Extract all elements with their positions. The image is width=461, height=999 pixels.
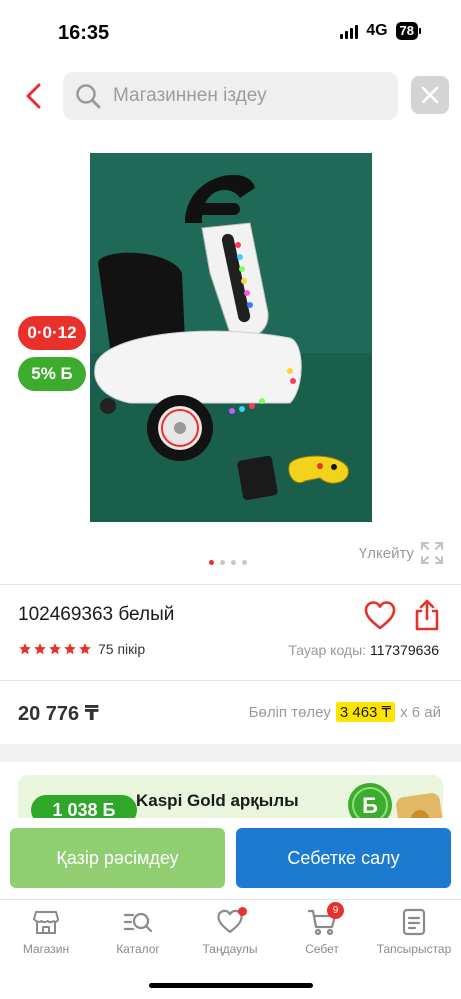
- tab-label: Тапсырыстар: [376, 942, 452, 956]
- tab-label: Себет: [305, 942, 339, 956]
- bonus-badge: 5% Б: [18, 357, 86, 391]
- search-input[interactable]: [113, 72, 383, 120]
- star-icon: [64, 643, 76, 655]
- gallery-dot[interactable]: [231, 560, 236, 565]
- signal-icon: [340, 23, 359, 39]
- rating-stars: [18, 642, 92, 656]
- svg-text:Б: Б: [362, 793, 378, 818]
- share-icon: [415, 599, 439, 631]
- status-indicators: 4G 78: [340, 22, 421, 40]
- rating-row[interactable]: 75 пікір: [18, 641, 145, 657]
- star-icon: [49, 643, 61, 655]
- installment-amount: 3 463 ₸: [335, 702, 396, 722]
- divider: [0, 584, 461, 585]
- product-code: Тауар коды: 117379636: [288, 642, 439, 658]
- star-icon: [34, 643, 46, 655]
- gallery-dot[interactable]: [209, 560, 214, 565]
- product-code-value: 117379636: [369, 642, 439, 658]
- back-button[interactable]: [18, 79, 52, 113]
- product-title: 102469363 белый: [18, 604, 175, 625]
- star-icon: [79, 643, 91, 655]
- tab-cart[interactable]: 9 Себет: [276, 902, 368, 956]
- product-code-label: Тауар коды:: [288, 642, 367, 658]
- gallery-dot[interactable]: [220, 560, 225, 565]
- product-photo: [90, 153, 372, 522]
- reviews-count[interactable]: 75 пікір: [98, 641, 145, 657]
- status-time: 16:35: [58, 22, 110, 44]
- expand-icon: [421, 542, 443, 564]
- notification-dot: [238, 907, 247, 916]
- search-row: [0, 71, 461, 121]
- search-box[interactable]: [63, 72, 398, 120]
- add-to-cart-button[interactable]: Себетке салу: [236, 828, 451, 888]
- zoom-label: Үлкейту: [358, 544, 414, 562]
- clear-search-button[interactable]: [411, 76, 449, 114]
- share-button[interactable]: [411, 598, 443, 632]
- chevron-left-icon: [26, 83, 41, 109]
- tab-catalog[interactable]: Каталог: [92, 906, 184, 956]
- buy-now-button[interactable]: Қазір рәсімдеу: [10, 828, 225, 888]
- gallery-dot[interactable]: [242, 560, 247, 565]
- installment-term: x 6 ай: [400, 703, 441, 721]
- home-indicator: [149, 983, 313, 988]
- catalog-search-icon: [123, 912, 153, 933]
- heart-icon: [364, 601, 396, 630]
- installment-info[interactable]: Бөліп төлеу 3 463 ₸ x 6 ай: [249, 702, 441, 722]
- close-icon: [421, 86, 439, 104]
- tab-favorites[interactable]: Таңдаулы: [184, 906, 276, 956]
- battery-level: 78: [395, 22, 418, 40]
- zoom-button[interactable]: Үлкейту: [359, 541, 444, 565]
- tab-label: Таңдаулы: [202, 942, 258, 956]
- section-separator: [0, 744, 461, 762]
- store-icon: [33, 911, 59, 934]
- network-type: 4G: [366, 22, 388, 39]
- product-price: 20 776 ₸: [18, 703, 99, 725]
- tab-label: Каталог: [116, 942, 160, 956]
- installment-badge: 0·0·12: [18, 316, 86, 350]
- action-bar: Қазір рәсімдеу Себетке салу: [0, 818, 461, 898]
- gallery-pagination: [209, 560, 247, 565]
- search-icon: [76, 84, 101, 109]
- tab-store[interactable]: Магазин: [0, 906, 92, 956]
- orders-icon: [402, 908, 426, 936]
- battery-icon: 78: [395, 22, 421, 40]
- favorite-button[interactable]: [363, 599, 397, 633]
- cart-count-badge: 9: [327, 902, 344, 919]
- tab-label: Магазин: [22, 942, 70, 956]
- star-icon: [19, 643, 31, 655]
- status-bar: 16:35 4G 78: [0, 0, 461, 64]
- tab-orders[interactable]: Тапсырыстар: [368, 906, 460, 956]
- product-image[interactable]: [90, 153, 372, 522]
- divider: [0, 680, 461, 681]
- installment-label: Бөліп төлеу: [248, 703, 331, 721]
